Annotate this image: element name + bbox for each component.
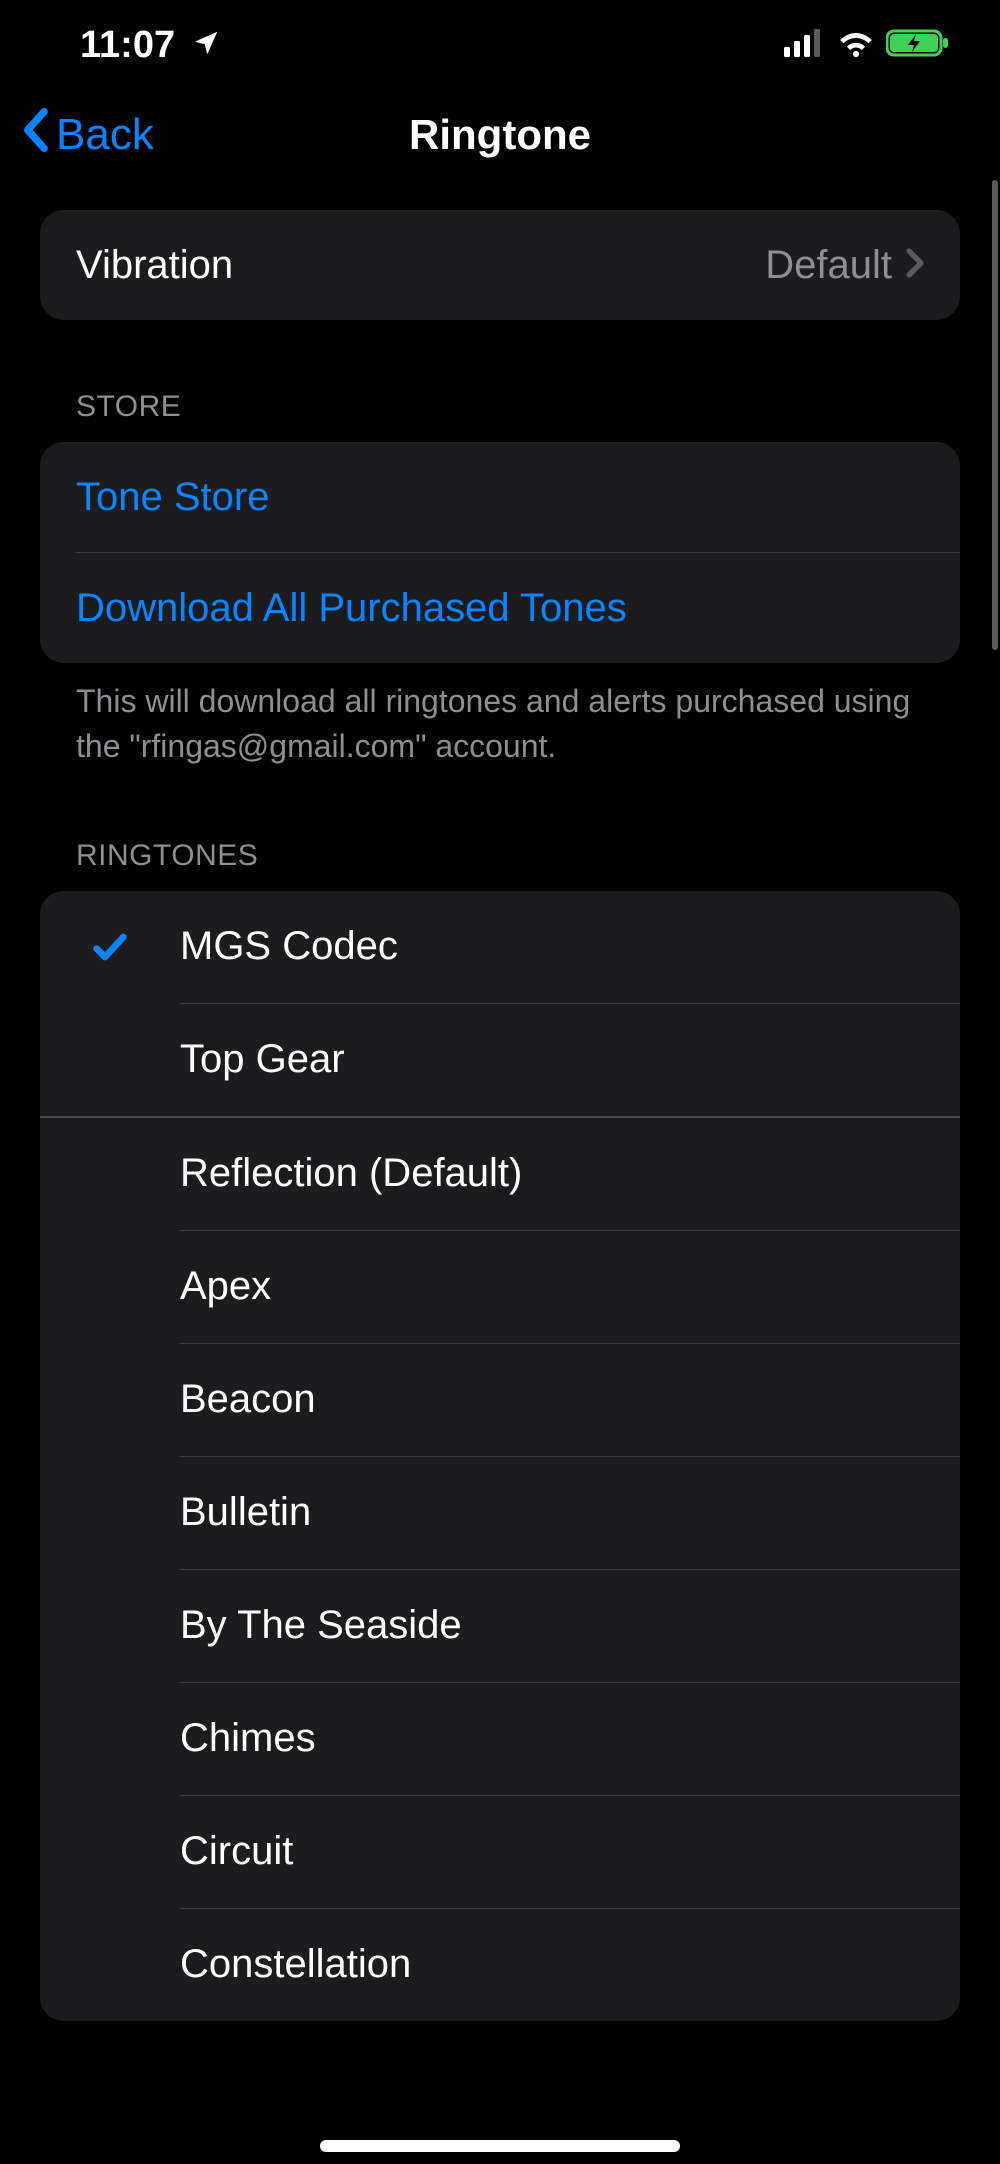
tone-store-label: Tone Store — [76, 475, 924, 520]
ringtone-label: Reflection (Default) — [180, 1151, 522, 1196]
chevron-left-icon — [20, 108, 50, 163]
ringtone-row[interactable]: Circuit — [40, 1796, 960, 1908]
ringtone-label: Top Gear — [180, 1037, 345, 1082]
ringtone-row[interactable]: Constellation — [40, 1909, 960, 2021]
home-indicator[interactable] — [320, 2140, 680, 2152]
scroll-indicator[interactable] — [992, 180, 998, 650]
nav-bar: Back Ringtone — [0, 90, 1000, 180]
ringtone-row[interactable]: Apex — [40, 1231, 960, 1343]
download-all-row[interactable]: Download All Purchased Tones — [40, 553, 960, 663]
ringtone-label: Beacon — [180, 1377, 316, 1422]
ringtone-row[interactable]: By The Seaside — [40, 1570, 960, 1682]
status-bar: 11:07 — [0, 0, 1000, 90]
ringtone-label: Bulletin — [180, 1490, 311, 1535]
ringtone-label: By The Seaside — [180, 1603, 462, 1648]
location-icon — [191, 28, 221, 63]
ringtone-label: Constellation — [180, 1942, 411, 1987]
ringtones-header: RINGTONES — [40, 769, 960, 891]
ringtone-label: Circuit — [180, 1829, 293, 1874]
ringtone-row[interactable]: Beacon — [40, 1344, 960, 1456]
ringtone-row[interactable]: Top Gear — [40, 1004, 960, 1116]
wifi-icon — [836, 28, 876, 63]
tone-store-row[interactable]: Tone Store — [40, 442, 960, 552]
store-group: Tone Store Download All Purchased Tones — [40, 442, 960, 663]
ringtone-label: MGS Codec — [180, 924, 398, 969]
back-label: Back — [56, 110, 154, 160]
ringtone-label: Chimes — [180, 1716, 316, 1761]
ringtone-row[interactable]: Bulletin — [40, 1457, 960, 1569]
ringtone-row[interactable]: MGS Codec — [40, 891, 960, 1003]
vibration-group: Vibration Default — [40, 210, 960, 320]
status-time: 11:07 — [80, 24, 175, 67]
ringtones-group: MGS Codec Top Gear Reflection (Default) Ape… — [40, 891, 960, 2021]
cellular-icon — [784, 29, 826, 62]
store-header: STORE — [40, 320, 960, 442]
ringtone-row[interactable]: Reflection (Default) — [40, 1118, 960, 1230]
ringtone-row[interactable]: Chimes — [40, 1683, 960, 1795]
download-all-label: Download All Purchased Tones — [76, 586, 924, 631]
chevron-right-icon — [906, 243, 924, 288]
ringtone-label: Apex — [180, 1264, 271, 1309]
vibration-value: Default — [765, 243, 892, 288]
back-button[interactable]: Back — [20, 108, 154, 163]
battery-charging-icon — [886, 28, 950, 63]
vibration-label: Vibration — [76, 243, 765, 288]
vibration-row[interactable]: Vibration Default — [40, 210, 960, 320]
checkmark-icon — [40, 927, 180, 967]
store-footer: This will download all ringtones and ale… — [40, 663, 960, 769]
